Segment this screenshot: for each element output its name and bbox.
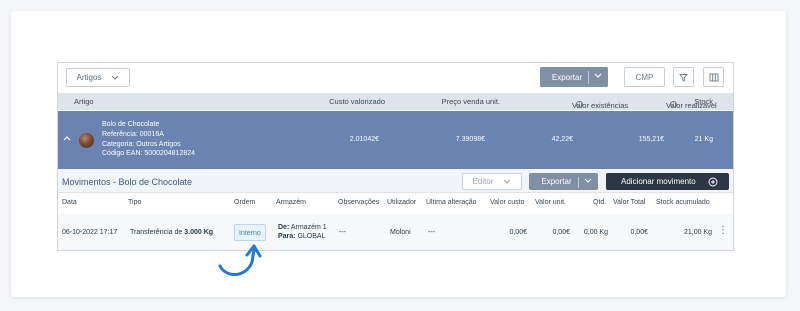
col-utilizador: Utilizador [387,199,417,206]
col-qtd: Qtd. [593,199,607,206]
row-tipo-qty: 3.000 Kg [184,229,214,236]
product-info: Bolo de Chocolate Referência: 00016A Cat… [102,120,195,159]
cmp-button[interactable]: CMP [624,67,665,87]
exportar-label: Exportar [551,72,583,82]
table-row[interactable]: 06-10-2022 17:17 Transferência de 3.000 … [58,214,733,250]
artigos-label: Artigos [76,73,102,82]
chevron-up-icon[interactable] [63,136,71,143]
columns-icon [709,73,719,82]
row-tipo: Transferência de 3.000 Kg [130,229,213,236]
product-thumbnail [79,133,94,148]
pointer-arrow-icon [218,244,262,276]
product-ean: Código EAN: 5000204812824 [102,150,196,158]
col-ultima-alteracao: Última alteração [426,199,477,206]
row-stock-acumulado: 21,00 Kg [683,229,712,236]
exportar-button[interactable]: Exportar [540,67,608,87]
stock-panel: Artigos Exportar CMP Artigo Custo valori… [57,62,734,251]
header-artigo: Artigo [74,97,94,106]
row-de-value: Armazém 1 [290,224,327,231]
col-observacoes: Observações [338,199,380,206]
adicionar-movimento-button[interactable]: Adicionar movimento [606,173,729,190]
product-preco: 7.39098€ [455,136,485,143]
exportar-movimentos-label: Exportar [541,177,572,186]
col-valor-total: Valor Total [613,199,646,206]
product-realizavel: 155,21€ [638,136,664,143]
col-armazem: Armazém [276,199,306,206]
row-observacoes: --- [339,229,346,236]
product-row[interactable]: Bolo de Chocolate Referência: 00016A Cat… [58,111,733,169]
col-data: Data [62,199,77,206]
product-name: Bolo de Chocolate [102,121,160,128]
articles-table-header: Artigo Custo valorizado Preço venda unit… [58,93,733,110]
filter-button[interactable] [673,67,694,87]
editor-dropdown[interactable]: Editor [462,173,522,190]
movimentos-title: Movimentos - Bolo de Chocolate [62,177,193,187]
more-options-icon[interactable]: ⋮ [718,225,728,236]
chevron-down-icon [594,73,602,78]
plus-circle-icon [708,177,718,187]
chevron-down-icon [503,179,511,184]
product-stock: 21 Kg [694,136,713,143]
col-tipo: Tipo [128,199,142,206]
row-ultima-alteracao: --- [428,229,435,236]
button-divider [578,177,579,188]
header-stock: Stock [694,97,713,106]
col-ordem: Ordem [234,199,256,206]
header-preco-venda: Preço venda unit. [441,97,500,106]
filter-icon [679,73,688,82]
product-categoria: Categoria: Outros Artigos [102,140,181,148]
movimentos-table-header: Data Tipo Ordem Armazém Observações Util… [58,194,733,210]
columns-button[interactable] [703,67,724,87]
info-icon[interactable]: i [670,101,677,108]
col-valor-custo: Valor custo [490,199,525,206]
header-custo-valorizado: Custo valorizado [329,97,385,106]
product-referencia: Referência: 00016A [102,130,164,138]
col-stock-acumulado: Stock acumulado [656,199,710,206]
product-existencias: 42,22€ [551,136,573,143]
row-qtd: 0,00 Kg [583,229,608,236]
row-valor-unit: 0,00€ [552,229,570,236]
row-valor-total: 0,00€ [630,229,648,236]
row-valor-custo: 0,00€ [509,229,527,236]
product-custo: 2.01042€ [349,136,379,143]
row-data: 06-10-2022 17:17 [62,229,118,236]
row-para-label: Para: [278,232,296,240]
row-para-value: GLOBAL [297,232,326,240]
chevron-down-icon [111,75,119,80]
button-divider [588,71,589,84]
row-armazem: De: Armazém 1 Para: GLOBAL [278,224,327,241]
artigos-dropdown[interactable]: Artigos [66,68,130,87]
editor-label: Editor [472,177,494,186]
info-icon[interactable]: i [576,101,583,108]
col-valor-unit: Valor unit. [535,199,566,206]
row-tipo-prefix: Transferência de [130,229,183,236]
row-de-label: De: [278,224,290,231]
chevron-down-icon [584,178,592,183]
movimentos-bar: Movimentos - Bolo de Chocolate Editor Ex… [58,169,733,193]
row-utilizador: Moloni [390,229,411,236]
toolbar: Artigos Exportar CMP [58,63,733,93]
exportar-movimentos-button[interactable]: Exportar [529,173,598,190]
adicionar-movimento-label: Adicionar movimento [621,177,696,186]
